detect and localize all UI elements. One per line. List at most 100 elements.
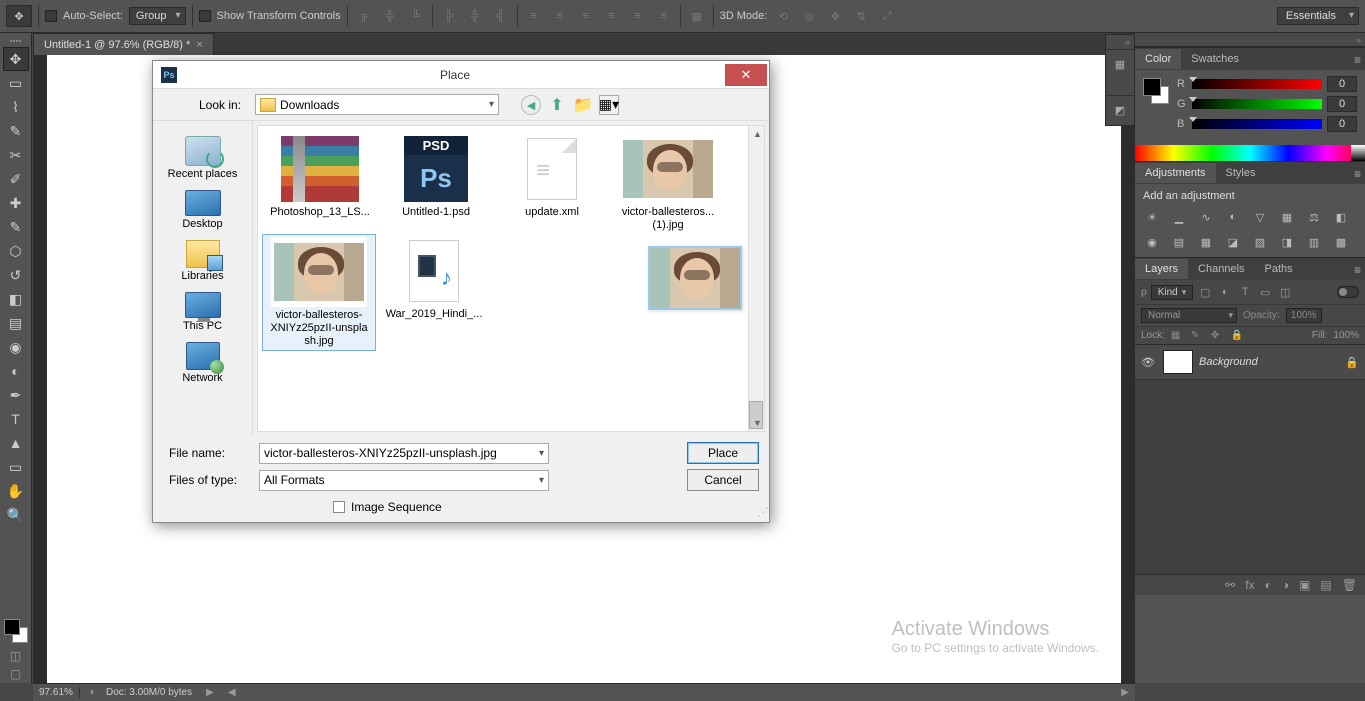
file-item-selected[interactable]: victor-ballesteros-XNIYz25pzII-unsplash.… bbox=[262, 234, 376, 351]
color-balance-icon[interactable]: ⚖ bbox=[1305, 208, 1323, 226]
desktop-place[interactable]: Desktop bbox=[158, 187, 248, 233]
curves-icon[interactable]: ∿ bbox=[1197, 208, 1215, 226]
panel-menu-icon[interactable]: ≡ bbox=[1354, 167, 1361, 181]
align-vcenter-icon[interactable]: ╬ bbox=[380, 6, 400, 26]
distribute-icon[interactable]: ≡ bbox=[628, 6, 648, 26]
pen-tool[interactable]: ✒ bbox=[3, 383, 29, 407]
swatches-tab[interactable]: Swatches bbox=[1181, 49, 1249, 69]
shape-tool[interactable]: ▭ bbox=[3, 455, 29, 479]
blue-value[interactable]: 0 bbox=[1327, 116, 1357, 132]
blur-tool[interactable]: ◉ bbox=[3, 335, 29, 359]
distribute-icon[interactable]: ≡ bbox=[550, 6, 570, 26]
visibility-icon[interactable]: 👁 bbox=[1141, 356, 1157, 369]
history-brush-tool[interactable]: ↺ bbox=[3, 263, 29, 287]
layer-name[interactable]: Background bbox=[1199, 356, 1339, 368]
document-tab[interactable]: Untitled-1 @ 97.6% (RGB/8) * × bbox=[33, 33, 214, 55]
channel-mixer-icon[interactable]: ▤ bbox=[1170, 233, 1188, 251]
move-tool-indicator[interactable]: ✥ bbox=[6, 5, 32, 27]
3d-pan-icon[interactable]: ✥ bbox=[825, 6, 845, 26]
color-spectrum[interactable] bbox=[1135, 145, 1365, 161]
lock-move-icon[interactable]: ✥ bbox=[1211, 330, 1225, 341]
dodge-tool[interactable]: ◐ bbox=[3, 359, 29, 383]
blue-slider[interactable] bbox=[1192, 119, 1322, 129]
lock-pixels-icon[interactable]: ▦ bbox=[1171, 330, 1185, 341]
filter-toggle[interactable] bbox=[1337, 286, 1359, 298]
filter-shape-icon[interactable]: ▭ bbox=[1257, 284, 1273, 300]
distribute-icon[interactable]: ≡ bbox=[576, 6, 596, 26]
panel-menu-icon[interactable]: ≡ bbox=[1354, 263, 1361, 277]
toolbox-handle[interactable] bbox=[2, 37, 30, 45]
file-item[interactable]: Photoshop_13_LS... bbox=[262, 132, 378, 234]
gradient-tool[interactable]: ▤ bbox=[3, 311, 29, 335]
eyedropper-tool[interactable]: ✐ bbox=[3, 167, 29, 191]
filter-smart-icon[interactable]: ◫ bbox=[1277, 284, 1293, 300]
gradient-map-icon[interactable]: ▥ bbox=[1305, 233, 1323, 251]
close-button[interactable]: ✕ bbox=[725, 64, 767, 86]
workspace-switcher[interactable]: Essentials bbox=[1277, 7, 1359, 25]
lock-all-icon[interactable]: 🔒 bbox=[1231, 330, 1245, 341]
exposure-icon[interactable]: ◐ bbox=[1224, 208, 1242, 226]
red-slider[interactable] bbox=[1192, 79, 1322, 89]
screen-mode-icon[interactable]: ▢ bbox=[3, 665, 29, 683]
align-hcenter-icon[interactable]: ╬ bbox=[465, 6, 485, 26]
status-arrow-icon[interactable]: ▶ bbox=[206, 687, 214, 698]
filename-input[interactable]: victor-ballesteros-XNIYz25pzII-unsplash.… bbox=[259, 443, 549, 464]
filter-kind-select[interactable]: Kind bbox=[1151, 285, 1194, 300]
3d-roll-icon[interactable]: ◎ bbox=[799, 6, 819, 26]
up-folder-button[interactable]: ⬆ bbox=[547, 95, 567, 115]
doc-size-label[interactable]: Doc: 3.00M/0 bytes bbox=[106, 687, 192, 698]
green-slider[interactable] bbox=[1192, 99, 1322, 109]
styles-tab[interactable]: Styles bbox=[1216, 163, 1266, 183]
vibrance-icon[interactable]: ▽ bbox=[1251, 208, 1269, 226]
cancel-button[interactable]: Cancel bbox=[687, 469, 759, 491]
file-item[interactable]: update.xml bbox=[494, 132, 610, 234]
properties-panel-icon[interactable]: ◩ bbox=[1106, 95, 1134, 125]
layers-tab[interactable]: Layers bbox=[1135, 259, 1188, 279]
zoom-tool[interactable]: 🔍 bbox=[3, 503, 29, 527]
auto-align-icon[interactable]: ▦ bbox=[687, 6, 707, 26]
hand-tool[interactable]: ✋ bbox=[3, 479, 29, 503]
new-folder-button[interactable]: 📁 bbox=[573, 95, 593, 115]
dialog-titlebar[interactable]: Ps Place ✕ bbox=[153, 61, 769, 89]
delete-layer-icon[interactable]: 🗑 bbox=[1342, 578, 1357, 592]
place-button[interactable]: Place bbox=[687, 442, 759, 464]
history-panel-icon[interactable]: ▦ bbox=[1106, 49, 1134, 79]
marquee-tool[interactable]: ▭ bbox=[3, 71, 29, 95]
channels-tab[interactable]: Channels bbox=[1188, 259, 1254, 279]
selective-color-icon[interactable]: ▩ bbox=[1332, 233, 1350, 251]
distribute-icon[interactable]: ≡ bbox=[524, 6, 544, 26]
file-item[interactable]: ♪ War_2019_Hindi_... bbox=[376, 234, 492, 351]
posterize-icon[interactable]: ▨ bbox=[1251, 233, 1269, 251]
link-layers-icon[interactable]: ⚯ bbox=[1225, 578, 1235, 592]
align-right-icon[interactable]: ╣ bbox=[491, 6, 511, 26]
3d-slide-icon[interactable]: ⇅ bbox=[851, 6, 871, 26]
align-bottom-icon[interactable]: ╚ bbox=[406, 6, 426, 26]
adjustment-layer-icon[interactable]: ◑ bbox=[1282, 578, 1289, 592]
distribute-icon[interactable]: ≡ bbox=[654, 6, 674, 26]
new-layer-icon[interactable]: ▤ bbox=[1320, 578, 1331, 592]
color-tab[interactable]: Color bbox=[1135, 49, 1181, 69]
auto-select-target[interactable]: Group bbox=[129, 7, 186, 25]
fill-value[interactable]: 100% bbox=[1333, 330, 1359, 341]
color-lookup-icon[interactable]: ▦ bbox=[1197, 233, 1215, 251]
paths-tab[interactable]: Paths bbox=[1255, 259, 1303, 279]
photo-filter-icon[interactable]: ◉ bbox=[1143, 233, 1161, 251]
align-top-icon[interactable]: ╔ bbox=[354, 6, 374, 26]
this-pc-place[interactable]: This PC bbox=[158, 289, 248, 335]
recent-places[interactable]: Recent places bbox=[158, 133, 248, 183]
lock-position-icon[interactable]: ✎ bbox=[1191, 330, 1205, 341]
resize-grip[interactable]: ⋰ bbox=[757, 505, 766, 519]
layer-row[interactable]: 👁 Background 🔒 bbox=[1135, 345, 1365, 380]
panel-menu-icon[interactable]: ≡ bbox=[1354, 53, 1361, 67]
mask-icon[interactable]: ◐ bbox=[1265, 578, 1272, 592]
image-sequence-checkbox[interactable] bbox=[333, 501, 345, 513]
brightness-icon[interactable]: ☀ bbox=[1143, 208, 1161, 226]
clone-tool[interactable]: ⬡ bbox=[3, 239, 29, 263]
network-place[interactable]: Network bbox=[158, 339, 248, 387]
file-item[interactable]: PSDPs Untitled-1.psd bbox=[378, 132, 494, 234]
invert-icon[interactable]: ◪ bbox=[1224, 233, 1242, 251]
layer-thumbnail[interactable] bbox=[1163, 350, 1193, 374]
filetype-select[interactable]: All Formats▾ bbox=[259, 470, 549, 491]
3d-scale-icon[interactable]: ⤢ bbox=[877, 6, 897, 26]
threshold-icon[interactable]: ◨ bbox=[1278, 233, 1296, 251]
